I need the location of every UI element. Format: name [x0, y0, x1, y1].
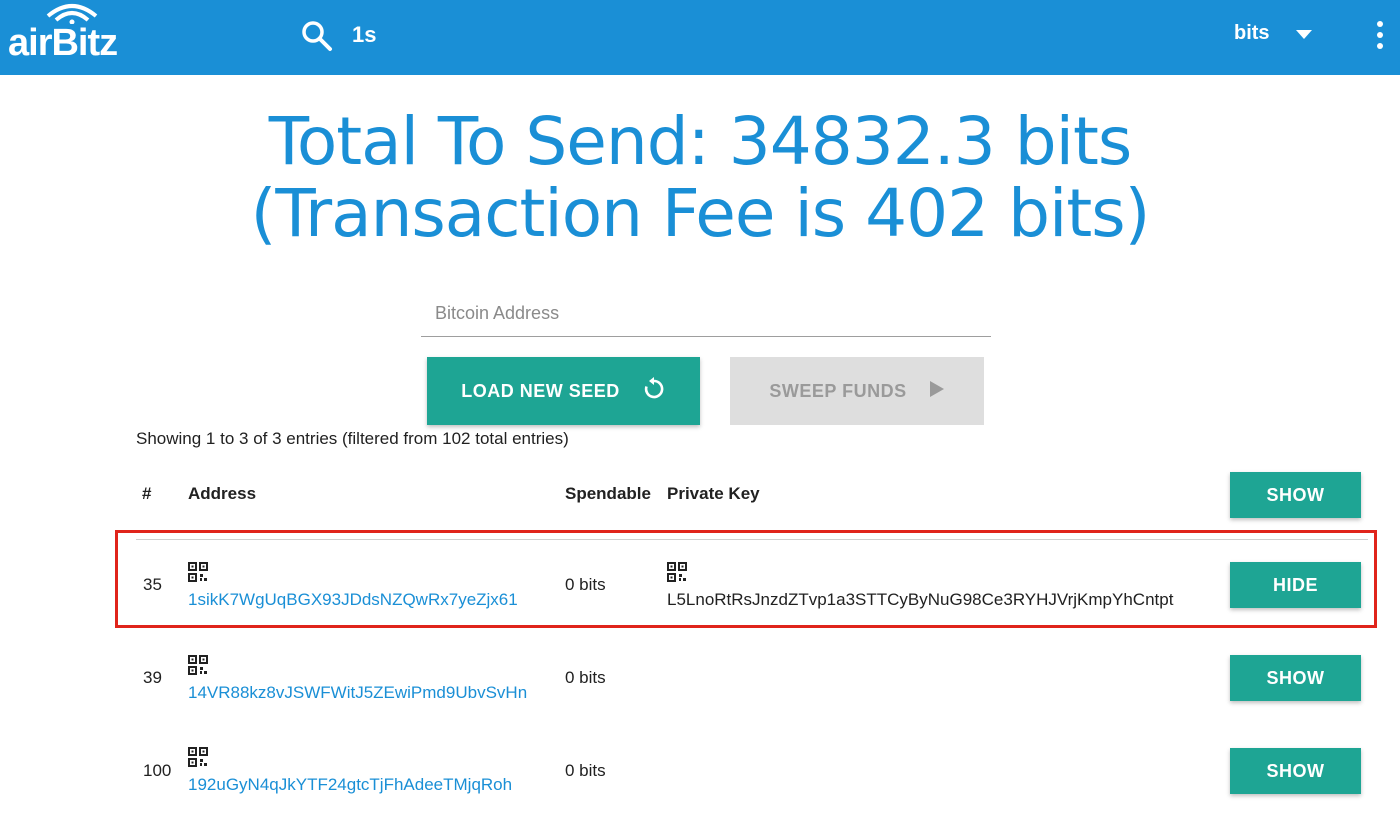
airbitz-logo[interactable]: airBitz [8, 0, 138, 75]
fee-line: (Transaction Fee is 402 bits) [250, 175, 1151, 252]
show-key-button[interactable]: SHOW [1230, 748, 1361, 794]
search-query-text[interactable]: 1s [352, 22, 376, 48]
play-icon [929, 380, 945, 403]
address-link[interactable]: 192uGyN4qJkYTF24gtcTjFhAdeeTMjqRoh [188, 775, 512, 795]
unit-dropdown[interactable]: bits [1226, 20, 1326, 50]
refresh-icon [642, 376, 666, 406]
logo-text: airBitz [8, 22, 118, 64]
total-line: Total To Send: 34832.3 bits [268, 103, 1132, 180]
column-header-private-key: Private Key [667, 484, 760, 503]
top-app-bar: airBitz 1s bits [0, 0, 1400, 75]
show-key-button[interactable]: SHOW [1230, 655, 1361, 701]
more-options-icon[interactable] [1370, 20, 1390, 50]
unit-label: bits [1234, 22, 1270, 44]
column-header-address: Address [188, 484, 257, 503]
row-highlight [115, 530, 1377, 628]
bitcoin-address-input[interactable] [421, 290, 991, 337]
load-new-seed-button[interactable]: LOAD NEW SEED [427, 357, 700, 425]
qr-code-icon[interactable] [188, 747, 208, 767]
search-icon[interactable] [300, 19, 334, 53]
row-number: 35 [143, 575, 162, 594]
qr-code-icon[interactable] [188, 655, 208, 675]
hide-key-button[interactable]: HIDE [1230, 562, 1361, 608]
column-header-number: # [142, 484, 152, 503]
spendable-value: 0 bits [565, 575, 606, 594]
column-header-spendable: Spendable [565, 484, 651, 503]
show-all-keys-button[interactable]: SHOW [1230, 472, 1361, 518]
wifi-icon [46, 4, 98, 24]
qr-code-icon[interactable] [188, 562, 208, 582]
row-number: 100 [143, 761, 172, 780]
spendable-value: 0 bits [565, 668, 606, 687]
spendable-value: 0 bits [565, 761, 606, 780]
sweep-funds-label: SWEEP FUNDS [769, 380, 907, 401]
entries-info: Showing 1 to 3 of 3 entries (filtered fr… [136, 429, 569, 448]
private-key-value: L5LnoRtRsJnzdZTvp1a3STTCyByNuG98Ce3RYHJV… [667, 590, 1174, 609]
address-link[interactable]: 1sikK7WgUqBGX93JDdsNZQwRx7yeZjx61 [188, 590, 518, 610]
sweep-funds-button[interactable]: SWEEP FUNDS [730, 357, 984, 425]
total-to-send-heading: Total To Send: 34832.3 bits (Transaction… [0, 106, 1400, 250]
chevron-down-icon [1296, 30, 1312, 39]
load-new-seed-label: LOAD NEW SEED [461, 380, 620, 401]
qr-code-icon[interactable] [667, 562, 687, 582]
row-number: 39 [143, 668, 162, 687]
address-link[interactable]: 14VR88kz8vJSWFWitJ5ZEwiPmd9UbvSvHn [188, 683, 527, 703]
